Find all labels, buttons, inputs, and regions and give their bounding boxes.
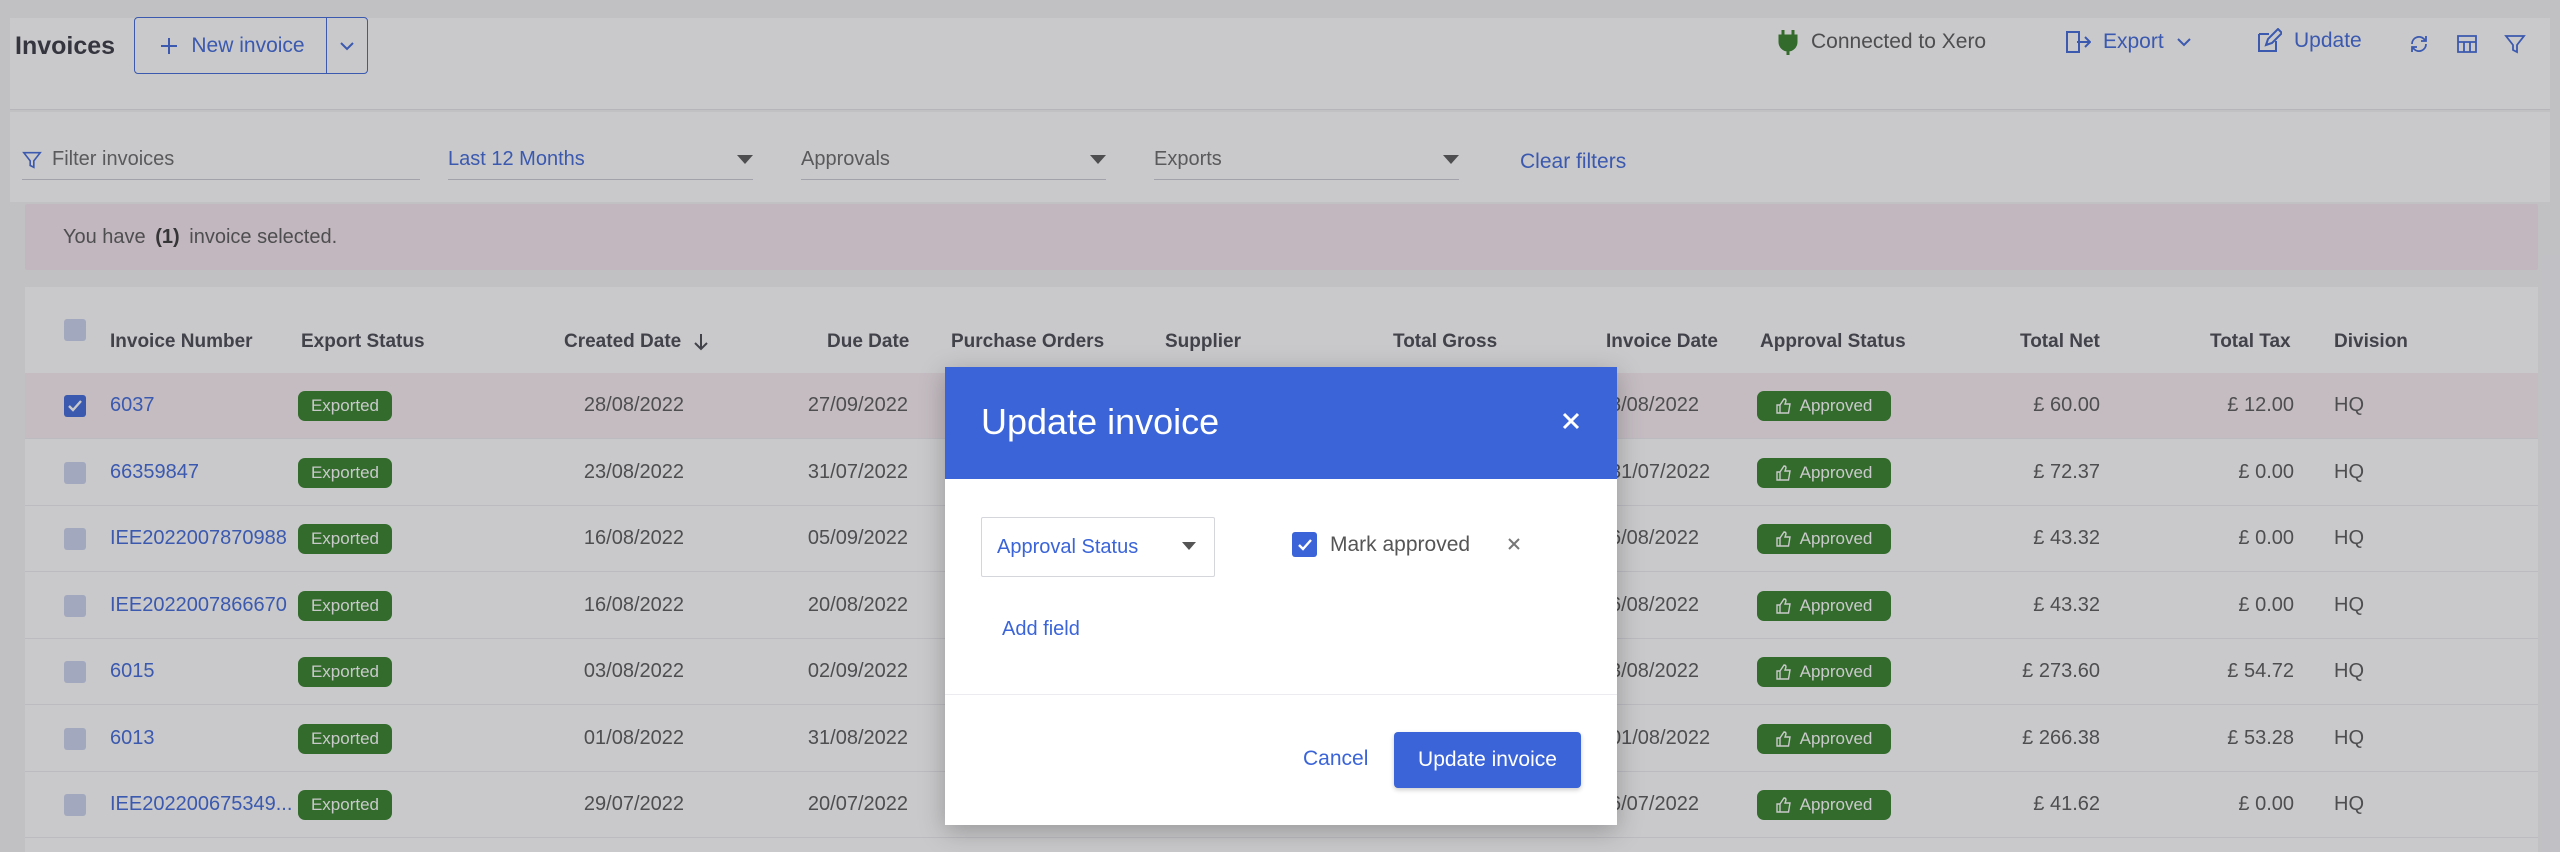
- update-invoice-modal: Update invoice Approval Status Mark appr…: [945, 367, 1617, 825]
- modal-header: Update invoice: [945, 367, 1617, 479]
- app: Invoices New invoice Connected to Xero E…: [0, 0, 2560, 852]
- mark-approved-checkbox[interactable]: [1292, 532, 1317, 557]
- close-icon[interactable]: [1555, 405, 1587, 437]
- field-select[interactable]: Approval Status: [981, 517, 1215, 577]
- modal-divider: [945, 694, 1617, 695]
- remove-field-icon[interactable]: [1502, 532, 1526, 556]
- check-icon: [1297, 538, 1312, 551]
- modal-title: Update invoice: [981, 401, 1220, 442]
- field-select-value: Approval Status: [997, 535, 1139, 558]
- add-field-link[interactable]: Add field: [1002, 618, 1080, 641]
- caret-down-icon: [1182, 542, 1196, 550]
- mark-approved-label: Mark approved: [1330, 533, 1471, 556]
- cancel-button[interactable]: Cancel: [1303, 747, 1368, 771]
- update-invoice-button[interactable]: Update invoice: [1394, 732, 1581, 788]
